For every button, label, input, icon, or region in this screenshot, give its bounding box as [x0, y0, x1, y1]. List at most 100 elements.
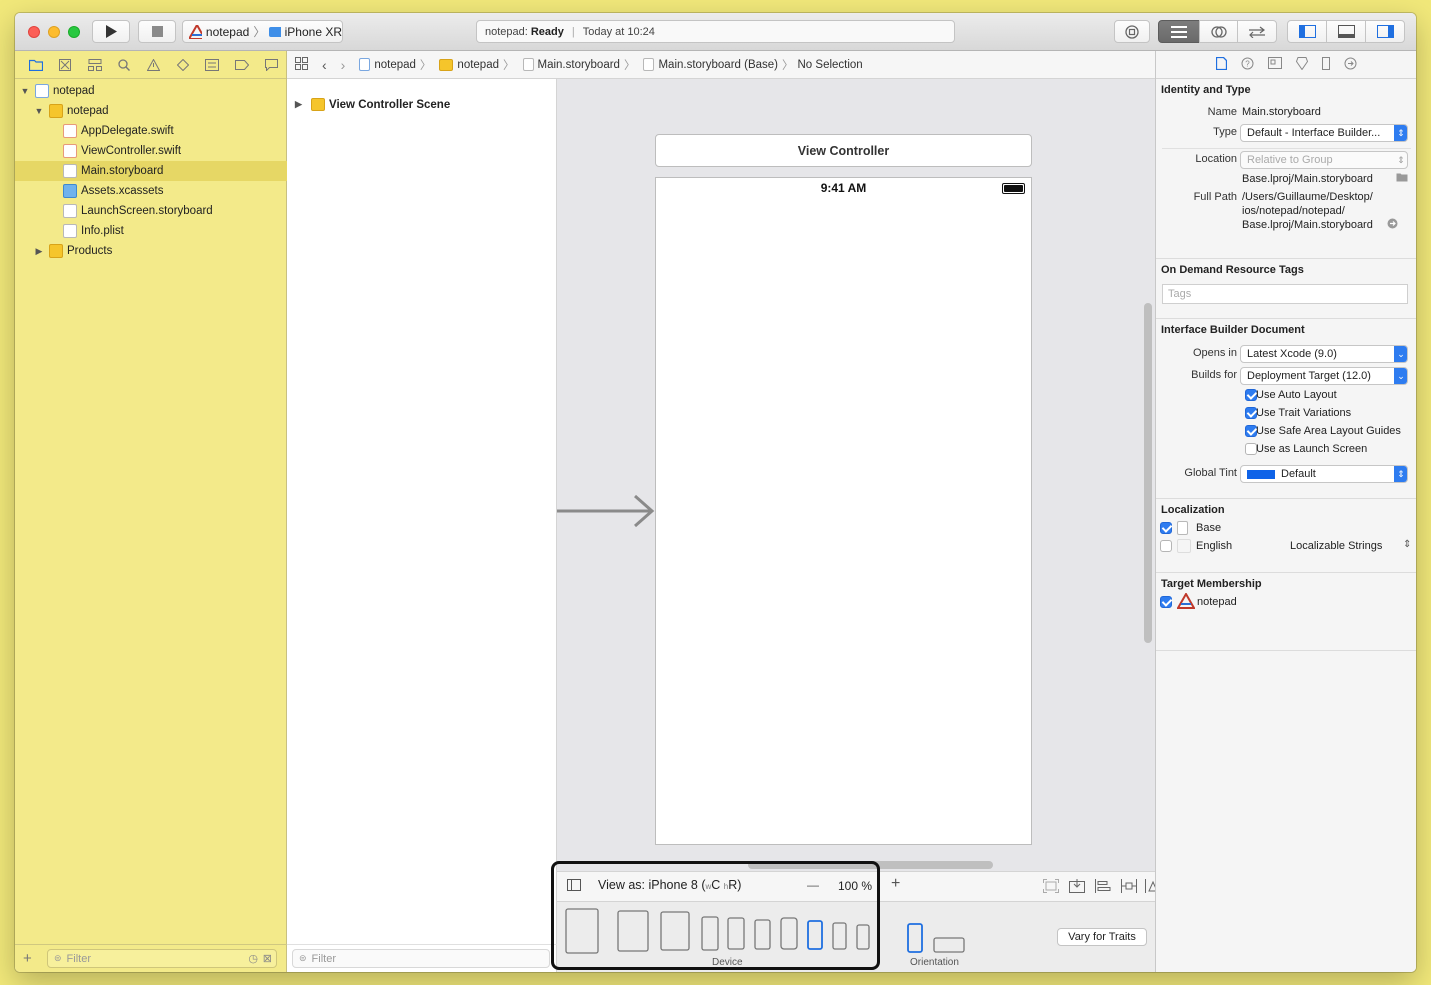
- view-controller-view[interactable]: 9:41 AM: [655, 177, 1032, 845]
- storyboard-canvas[interactable]: View Controller 9:41 AM: [557, 79, 1155, 871]
- outline-scene-row[interactable]: ▶ View Controller Scene: [295, 98, 450, 111]
- assistant-editor-button[interactable]: [1199, 20, 1238, 43]
- debug-icon[interactable]: [198, 55, 227, 75]
- highlight-annotation: [551, 861, 880, 970]
- close-window-button[interactable]: [28, 26, 40, 38]
- library-button[interactable]: [1114, 20, 1150, 43]
- interlocking-circles-icon: [1210, 25, 1227, 38]
- section-title: Interface Builder Document: [1161, 324, 1305, 336]
- view-controller-title-bar[interactable]: View Controller: [655, 134, 1032, 167]
- version-editor-button[interactable]: [1237, 20, 1277, 43]
- xcode-window: notepad 〉 iPhone XR notepad: Ready | Tod…: [15, 13, 1416, 972]
- disclosure-open-icon[interactable]: ▼: [19, 86, 31, 96]
- section-title: Localization: [1161, 504, 1225, 516]
- left-panel-icon: [1298, 25, 1316, 38]
- entry-point-arrow-icon[interactable]: [557, 494, 657, 528]
- canvas-vertical-scrollbar[interactable]: [1144, 303, 1152, 643]
- tree-item-project[interactable]: ▼ notepad: [15, 81, 287, 101]
- zoom-window-button[interactable]: [68, 26, 80, 38]
- toggle-inspector-button[interactable]: [1365, 20, 1405, 43]
- chevron-right-icon: 〉: [782, 59, 794, 72]
- run-button[interactable]: [92, 20, 130, 43]
- tree-item-launchscreen[interactable]: LaunchScreen.storyboard: [15, 201, 287, 221]
- location-popup[interactable]: Relative to Group ⇕: [1240, 151, 1408, 169]
- breadcrumb-file[interactable]: Main.storyboard: [538, 59, 620, 71]
- vary-for-traits-button[interactable]: Vary for Traits: [1057, 928, 1147, 946]
- tree-item-main-storyboard[interactable]: Main.storyboard: [15, 161, 287, 181]
- recent-files-icon[interactable]: ◷: [248, 952, 258, 965]
- size-inspector-icon[interactable]: [1321, 56, 1330, 73]
- align-icon[interactable]: [1095, 879, 1111, 896]
- minimize-window-button[interactable]: [48, 26, 60, 38]
- report-icon[interactable]: [257, 55, 286, 75]
- file-inspector-icon[interactable]: [1215, 56, 1227, 73]
- related-items-icon[interactable]: [295, 56, 308, 73]
- embed-icon[interactable]: [1043, 879, 1059, 896]
- tree-item-products[interactable]: ▶ Products: [15, 241, 287, 261]
- base-localization-checkbox[interactable]: [1160, 522, 1172, 534]
- breadcrumb-base[interactable]: Main.storyboard (Base): [658, 59, 778, 71]
- builds-for-value: Deployment Target (12.0): [1247, 370, 1371, 382]
- scheme-selector[interactable]: notepad 〉 iPhone XR: [182, 20, 343, 43]
- disclosure-closed-icon[interactable]: ▶: [295, 99, 307, 110]
- battery-icon: [1002, 183, 1025, 194]
- storyboard-file-icon: [63, 164, 77, 178]
- type-label: Type: [1213, 126, 1237, 138]
- zoom-in-button[interactable]: +: [891, 875, 900, 893]
- project-navigator: ▼ notepad ▼ notepad AppDelegate.swift Vi…: [15, 51, 287, 972]
- source-control-filter-icon[interactable]: ⊠: [263, 952, 272, 965]
- english-localization-checkbox[interactable]: [1160, 540, 1172, 552]
- stop-button[interactable]: [138, 20, 176, 43]
- tree-item-group-notepad[interactable]: ▼ notepad: [15, 101, 287, 121]
- add-constraints-icon[interactable]: [1121, 879, 1137, 896]
- breadcrumb-selection[interactable]: No Selection: [798, 59, 863, 71]
- help-inspector-icon[interactable]: ?: [1241, 57, 1254, 73]
- toggle-navigator-button[interactable]: [1287, 20, 1327, 43]
- choose-file-icon[interactable]: [1396, 172, 1408, 185]
- tree-item-viewcontroller[interactable]: ViewController.swift: [15, 141, 287, 161]
- update-frames-icon[interactable]: [1069, 879, 1085, 896]
- back-arrow-icon[interactable]: ‹: [322, 57, 327, 73]
- localization-section: Localization Base English Localizable St…: [1156, 499, 1416, 573]
- breakpoint-icon[interactable]: [227, 55, 256, 75]
- disclosure-closed-icon[interactable]: ▶: [33, 246, 45, 257]
- stepper-arrows-icon[interactable]: ⇕: [1403, 539, 1411, 550]
- disclosure-open-icon[interactable]: ▼: [33, 106, 45, 116]
- folder-icon[interactable]: [21, 55, 50, 75]
- builds-for-popup[interactable]: Deployment Target (12.0) ⌄: [1240, 367, 1408, 385]
- search-icon[interactable]: [109, 55, 138, 75]
- xcode-app-icon: [1177, 593, 1195, 609]
- source-control-icon[interactable]: [50, 55, 79, 75]
- standard-editor-button[interactable]: [1158, 20, 1200, 43]
- project-file-icon: [359, 58, 371, 71]
- popup-arrows-icon: ⇕: [1397, 154, 1405, 165]
- test-diamond-icon[interactable]: [168, 55, 197, 75]
- global-tint-label: Global Tint: [1184, 467, 1237, 479]
- type-popup[interactable]: Default - Interface Builder... ⇕: [1240, 124, 1408, 142]
- breadcrumb-group[interactable]: notepad: [457, 59, 499, 71]
- connections-inspector-icon[interactable]: [1344, 57, 1357, 73]
- inspector-tabs: ?: [1156, 51, 1416, 79]
- tree-item-assets[interactable]: Assets.xcassets: [15, 181, 287, 201]
- opens-in-popup[interactable]: Latest Xcode (9.0) ⌄: [1240, 345, 1408, 363]
- outline-filter-input[interactable]: ⊜ Filter: [292, 949, 550, 968]
- breadcrumb-project[interactable]: notepad: [374, 59, 416, 71]
- tree-item-appdelegate[interactable]: AppDelegate.swift: [15, 121, 287, 141]
- toggle-debug-area-button[interactable]: [1326, 20, 1366, 43]
- swift-file-icon: [63, 144, 77, 158]
- english-localization-type[interactable]: Localizable Strings: [1290, 540, 1382, 552]
- forward-arrow-icon[interactable]: ›: [341, 57, 346, 73]
- reveal-in-finder-icon[interactable]: [1387, 218, 1398, 232]
- identity-inspector-icon[interactable]: [1267, 57, 1282, 72]
- global-tint-popup[interactable]: Default ⇕: [1240, 465, 1408, 483]
- tags-input[interactable]: Tags: [1162, 284, 1408, 304]
- chevron-right-icon: 〉: [253, 25, 266, 39]
- attributes-inspector-icon[interactable]: [1295, 56, 1308, 73]
- symbol-icon[interactable]: [80, 55, 109, 75]
- tree-item-infoplist[interactable]: Info.plist: [15, 221, 287, 241]
- navigator-filter-input[interactable]: ⊜ Filter ◷ ⊠: [47, 949, 277, 968]
- add-icon[interactable]: +: [23, 950, 32, 967]
- target-notepad-checkbox[interactable]: [1160, 596, 1172, 608]
- tree-item-label: notepad: [67, 105, 109, 117]
- warning-icon[interactable]: [139, 55, 168, 75]
